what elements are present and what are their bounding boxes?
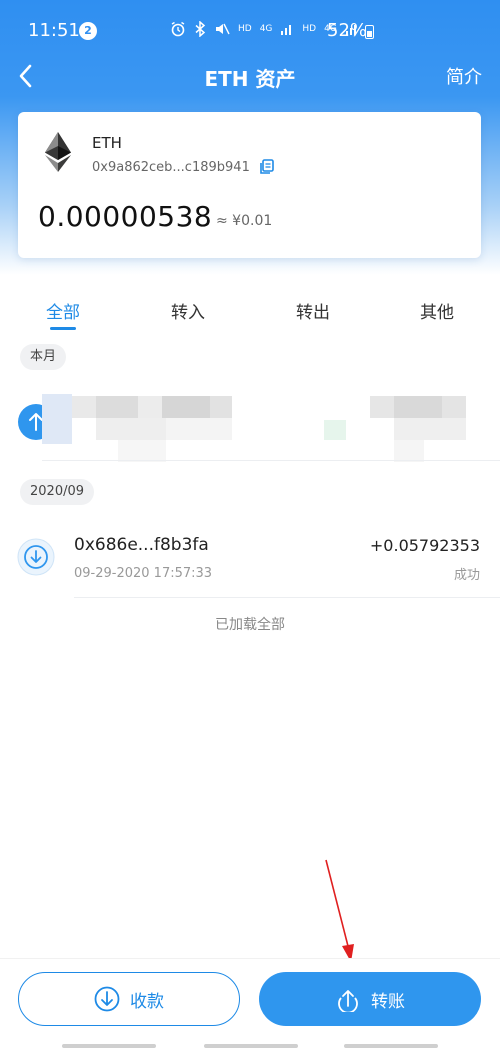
upload-arrow-icon (338, 990, 358, 1012)
bluetooth-icon (195, 21, 206, 37)
status-bar: 11:51 2 HD 4G HD 4G 52% (0, 0, 500, 62)
asset-card: ETH 0x9a862ceb...c189b941 0.00000538 ≈ ¥… (18, 112, 481, 258)
system-nav-back[interactable] (344, 1044, 438, 1048)
receive-label: 收款 (130, 991, 164, 1012)
bottom-action-bar: 收款 转账 (0, 958, 500, 1056)
transaction-hash: 0x686e...f8b3fa (74, 535, 209, 555)
notification-badge: 2 (79, 22, 97, 40)
system-nav-home[interactable] (204, 1044, 298, 1048)
section-label-2020-09: 2020/09 (20, 479, 95, 505)
fiat-value: ≈ ¥0.01 (216, 213, 273, 229)
transfer-button[interactable]: 转账 (259, 972, 481, 1026)
receive-button[interactable]: 收款 (18, 972, 240, 1026)
tab-incoming[interactable]: 转入 (143, 298, 233, 323)
hd-label-1: HD (238, 24, 252, 34)
active-tab-indicator (50, 327, 76, 330)
section-label-this-month: 本月 (20, 344, 67, 370)
system-nav-recent[interactable] (62, 1044, 156, 1048)
nav-bar: ETH 资产 简介 (0, 56, 500, 96)
transaction-amount: +0.05792353 (369, 536, 480, 555)
tab-other[interactable]: 其他 (392, 298, 482, 323)
transfer-label: 转账 (371, 991, 405, 1012)
transaction-row[interactable] (0, 386, 500, 462)
battery-icon (365, 25, 374, 39)
hd-label-2: HD (302, 24, 317, 34)
transaction-row[interactable]: 0x686e...f8b3fa 09-29-2020 17:57:33 +0.0… (0, 524, 500, 598)
tab-all[interactable]: 全部 (18, 298, 108, 323)
status-time: 11:51 (28, 20, 80, 41)
mute-icon (216, 23, 230, 35)
transaction-status: 成功 (453, 568, 480, 583)
filter-tabs: 全部 转入 转出 其他 (0, 298, 500, 338)
download-arrow-icon (17, 538, 55, 576)
alarm-icon (171, 21, 185, 37)
loaded-all-text: 已加载全部 (215, 617, 285, 633)
tab-outgoing[interactable]: 转出 (268, 298, 358, 323)
row-divider (42, 460, 500, 461)
eth-asset-screen: 11:51 2 HD 4G HD 4G 52% ETH 资产 简介 ETH 0x… (0, 0, 500, 1056)
redacted-content (42, 392, 500, 462)
page-title: ETH 资产 (204, 67, 296, 91)
4g-label-1: 4G (259, 24, 273, 34)
download-arrow-icon (94, 986, 120, 1012)
asset-symbol: ETH (92, 134, 122, 152)
copy-icon[interactable] (258, 158, 276, 176)
row-divider (74, 597, 500, 598)
asset-balance: 0.00000538 (38, 200, 213, 233)
wallet-address: 0x9a862ceb...c189b941 (92, 160, 250, 175)
ethereum-logo-icon (45, 132, 71, 172)
battery-percent: 52% (327, 20, 368, 41)
intro-link[interactable]: 简介 (446, 63, 482, 89)
transaction-time: 09-29-2020 17:57:33 (74, 566, 213, 581)
annotation-arrow-icon (325, 859, 354, 962)
signal-icon-1 (281, 25, 292, 35)
